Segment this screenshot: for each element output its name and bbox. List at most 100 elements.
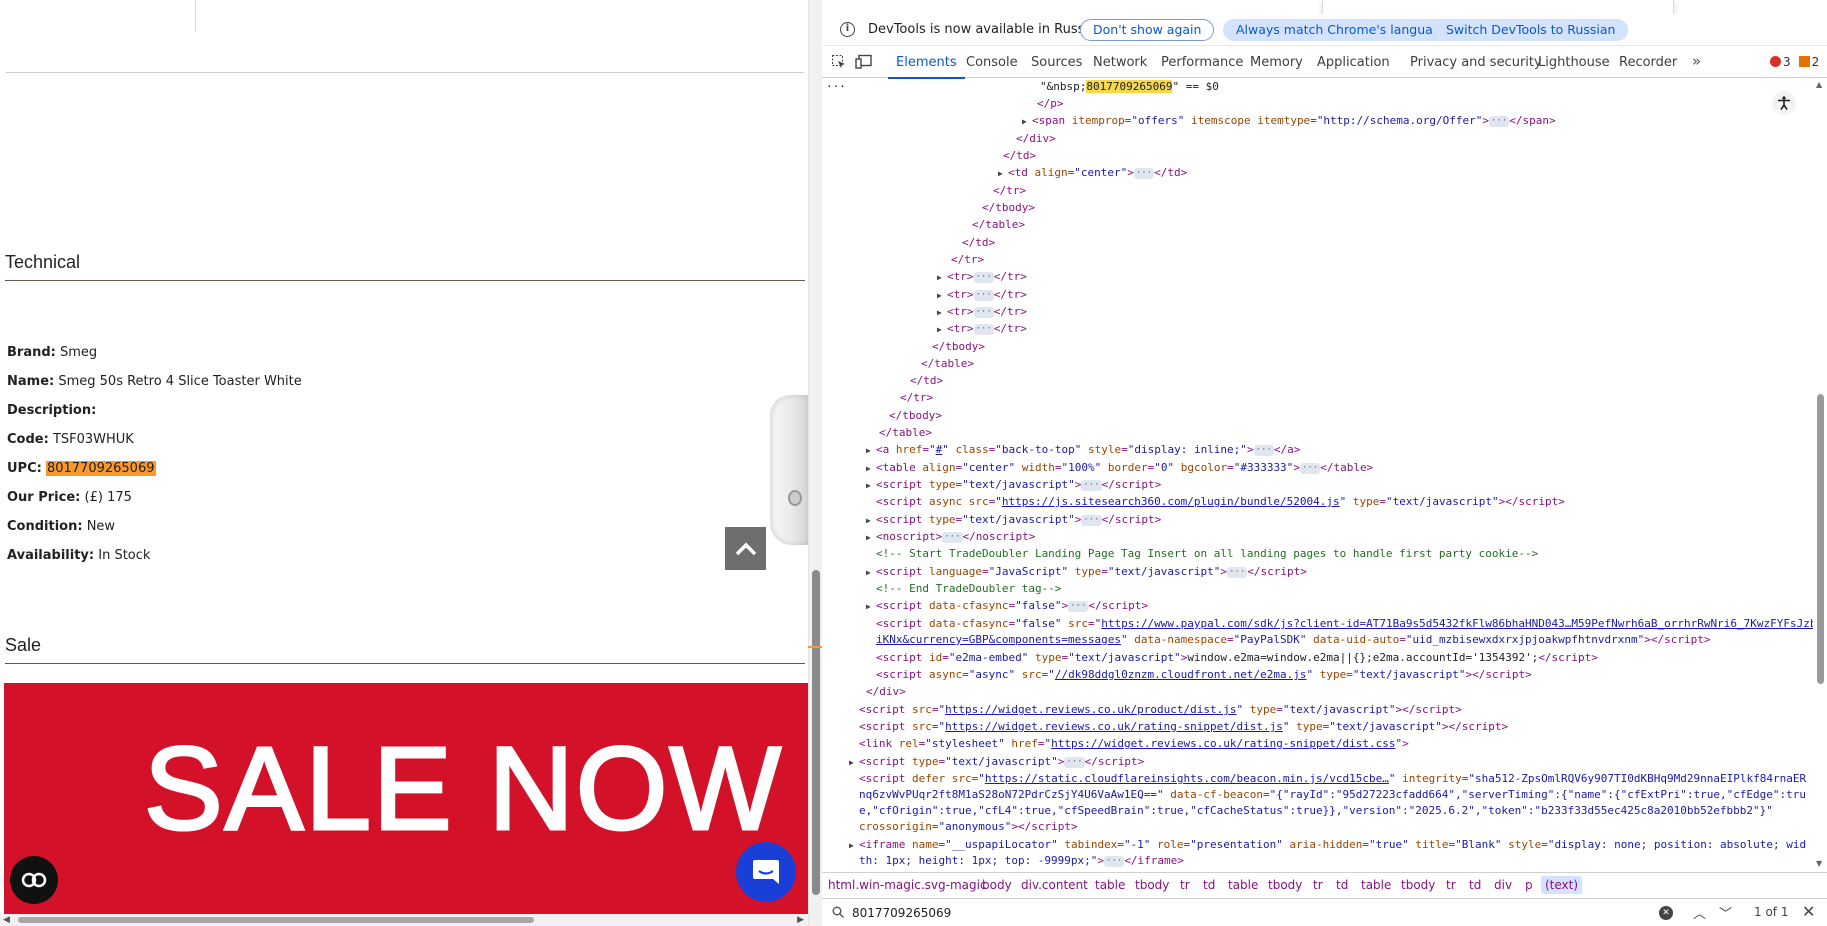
dom-node[interactable]: ▶ <span itemprop="offers" itemscope itemt…	[1022, 112, 1556, 129]
dom-node[interactable]: ▶ <tr> ··· </tr>	[937, 320, 1027, 337]
dom-node[interactable]: ▶ <tr> ··· </tr>	[937, 303, 1027, 320]
dom-node[interactable]: </td>	[910, 372, 943, 389]
dom-node[interactable]: <script async="async" src="//dk98ddgl0zn…	[876, 666, 1532, 683]
scrollbar-thumb[interactable]	[812, 570, 820, 895]
breadcrumb-item[interactable]: html.win-magic.svg-magic	[828, 873, 987, 897]
breadcrumb-item[interactable]: tr	[1446, 873, 1456, 897]
breadcrumb-item[interactable]: p	[1525, 873, 1533, 897]
scrollbar-thumb[interactable]	[1817, 394, 1824, 684]
device-toolbar-icon[interactable]	[854, 53, 874, 71]
breadcrumb-item[interactable]: table	[1228, 873, 1258, 897]
always-match-language-button[interactable]: Always match Chrome's language	[1223, 19, 1462, 41]
breadcrumb-item[interactable]: tbody	[1135, 873, 1169, 897]
dom-node[interactable]: iKNx&currency=GBP&components=messages" d…	[876, 631, 1711, 648]
dom-node[interactable]: ▶ <script language="JavaScript" type="tex…	[866, 563, 1307, 580]
dom-node[interactable]: </tr>	[900, 389, 933, 406]
close-search-icon[interactable]: ✕	[1802, 902, 1815, 921]
sale-banner[interactable]: SALE NOW O	[4, 683, 808, 915]
inspect-element-icon[interactable]	[829, 53, 849, 71]
next-match-icon[interactable]: ﹀	[1719, 903, 1732, 922]
dom-node[interactable]: <script src="https://widget.reviews.co.u…	[859, 701, 1462, 718]
tab-performance[interactable]: Performance	[1161, 55, 1243, 70]
dom-node[interactable]: <script src="https://widget.reviews.co.u…	[859, 718, 1508, 735]
horizontal-scrollbar[interactable]: ◀ ▶	[0, 914, 808, 926]
dom-node[interactable]: crossorigin="anonymous"></script>	[859, 818, 1078, 835]
breadcrumb-item[interactable]: div	[1494, 873, 1512, 897]
breadcrumb-item[interactable]: tbody	[1268, 873, 1302, 897]
dom-node[interactable]: </tr>	[993, 182, 1026, 199]
breadcrumb-item[interactable]: tr	[1313, 873, 1323, 897]
dom-comment[interactable]: <!-- End TradeDoubler tag-->	[876, 580, 1061, 597]
tab-privacy-security[interactable]: Privacy and security	[1410, 55, 1542, 70]
breadcrumb-item[interactable]: tbody	[1401, 873, 1435, 897]
dom-node[interactable]: <link rel="stylesheet" href="https://wid…	[859, 735, 1409, 752]
breadcrumb-item[interactable]: td	[1469, 873, 1481, 897]
tab-recorder[interactable]: Recorder	[1619, 55, 1677, 70]
scrollbar-thumb[interactable]	[18, 917, 534, 923]
dom-node[interactable]: ▶ <table align="center" width="100%" bord…	[866, 459, 1373, 476]
scroll-right-arrow-icon[interactable]: ▶	[797, 915, 804, 925]
dom-node[interactable]: <script data-cfasync="false" src="https:…	[876, 615, 1816, 632]
dom-node[interactable]: </tbody>	[982, 199, 1035, 216]
dom-node[interactable]: ▶ <script type="text/javascript"> ··· </scr…	[866, 476, 1161, 493]
dom-node[interactable]: ▶ <script data-cfasync="false"> ··· </scrip…	[866, 597, 1148, 614]
scroll-left-arrow-icon[interactable]: ◀	[3, 915, 10, 925]
dom-node[interactable]: <script id="e2ma-embed" type="text/javas…	[876, 649, 1598, 666]
dom-node[interactable]: </table>	[972, 216, 1025, 233]
scroll-down-arrow-icon[interactable]: ▼	[1816, 859, 1822, 868]
tab-elements[interactable]: Elements	[888, 55, 965, 79]
dom-node[interactable]: </td>	[962, 234, 995, 251]
breadcrumb-item[interactable]: td	[1336, 873, 1348, 897]
previous-match-icon[interactable]: ︿	[1693, 903, 1706, 922]
dom-node[interactable]: <script defer src="https://static.cloudf…	[859, 770, 1806, 787]
dom-node[interactable]: ▶ <tr> ··· </tr>	[937, 286, 1027, 303]
issue-counters[interactable]: 32	[1770, 55, 1819, 69]
page-vertical-scrollbar[interactable]	[808, 0, 822, 926]
dom-node[interactable]: ▶ <script type="text/javascript"> ··· </scr…	[866, 511, 1161, 528]
switch-language-button[interactable]: Switch DevTools to Russian	[1433, 19, 1629, 41]
dom-node[interactable]: </table>	[921, 355, 974, 372]
tab-application[interactable]: Application	[1317, 55, 1390, 70]
scroll-up-arrow-icon[interactable]: ▲	[1816, 80, 1822, 89]
tab-network[interactable]: Network	[1093, 55, 1147, 70]
dom-node[interactable]: ▶ <a href="#" class="back-to-top" style="…	[866, 441, 1300, 458]
product-image[interactable]	[770, 395, 808, 545]
dom-node-selected-text[interactable]: "&nbsp;8017709265069" == $0	[1040, 78, 1219, 95]
tab-lighthouse[interactable]: Lighthouse	[1538, 55, 1610, 70]
dom-node[interactable]: </tbody>	[889, 407, 942, 424]
dom-node[interactable]: </tbody>	[932, 338, 985, 355]
dom-node[interactable]: </tr>	[951, 251, 984, 268]
tab-memory[interactable]: Memory	[1250, 55, 1303, 70]
elements-scrollbar[interactable]: ▲ ▼	[1813, 78, 1827, 870]
tab-console[interactable]: Console	[966, 55, 1018, 70]
dom-node[interactable]: ▶ <noscript> ··· </noscript>	[866, 528, 1035, 545]
dom-node[interactable]: </td>	[1003, 147, 1036, 164]
more-tabs-icon[interactable]: »	[1692, 52, 1701, 70]
dom-node[interactable]: e,"cfOrigin":true,"cfL4":true,"cfSpeedBr…	[859, 802, 1773, 819]
breadcrumb-item-selected[interactable]: (text)	[1541, 876, 1583, 894]
breadcrumb-item[interactable]: div.content	[1021, 873, 1088, 897]
chat-button[interactable]	[736, 842, 796, 902]
breadcrumb-item[interactable]: tr	[1180, 873, 1190, 897]
breadcrumb-item[interactable]: td	[1203, 873, 1215, 897]
dom-node[interactable]: ▶ <td align="center"> ··· </td>	[998, 164, 1187, 181]
dom-node[interactable]: ···	[826, 78, 846, 95]
search-input[interactable]	[852, 903, 1472, 923]
dom-node[interactable]: </p>	[1037, 95, 1064, 112]
back-to-top-button[interactable]	[725, 527, 766, 570]
breadcrumb-item[interactable]: table	[1361, 873, 1391, 897]
breadcrumb-item[interactable]: body	[982, 873, 1012, 897]
tab-sources[interactable]: Sources	[1031, 55, 1082, 70]
dom-node[interactable]: ▶ <script type="text/javascript"> ··· </scr…	[849, 753, 1144, 770]
dom-comment[interactable]: <!-- Start TradeDoubler Landing Page Tag…	[876, 545, 1538, 562]
elements-dom-tree[interactable]: ··· "&nbsp;8017709265069" == $0 </p> ▶ <s…	[822, 78, 1816, 870]
dom-node[interactable]: </div>	[1016, 130, 1056, 147]
dom-node[interactable]: </table>	[879, 424, 932, 441]
dom-node[interactable]: </div>	[866, 683, 906, 700]
accessibility-widget-button[interactable]	[10, 856, 58, 904]
dom-node[interactable]: ▶ <iframe name="__uspapiLocator" tabindex…	[849, 836, 1806, 853]
dont-show-again-button[interactable]: Don't show again	[1080, 19, 1215, 41]
dom-node[interactable]: ▶ <tr> ··· </tr>	[937, 268, 1027, 285]
dom-node[interactable]: th: 1px; height: 1px; top: -9999px;"> ···…	[859, 852, 1184, 869]
dom-node[interactable]: nq6zvWvPUqr2ft8M1aS28oN72PdrCzSjY4U6VaAw…	[859, 786, 1806, 803]
